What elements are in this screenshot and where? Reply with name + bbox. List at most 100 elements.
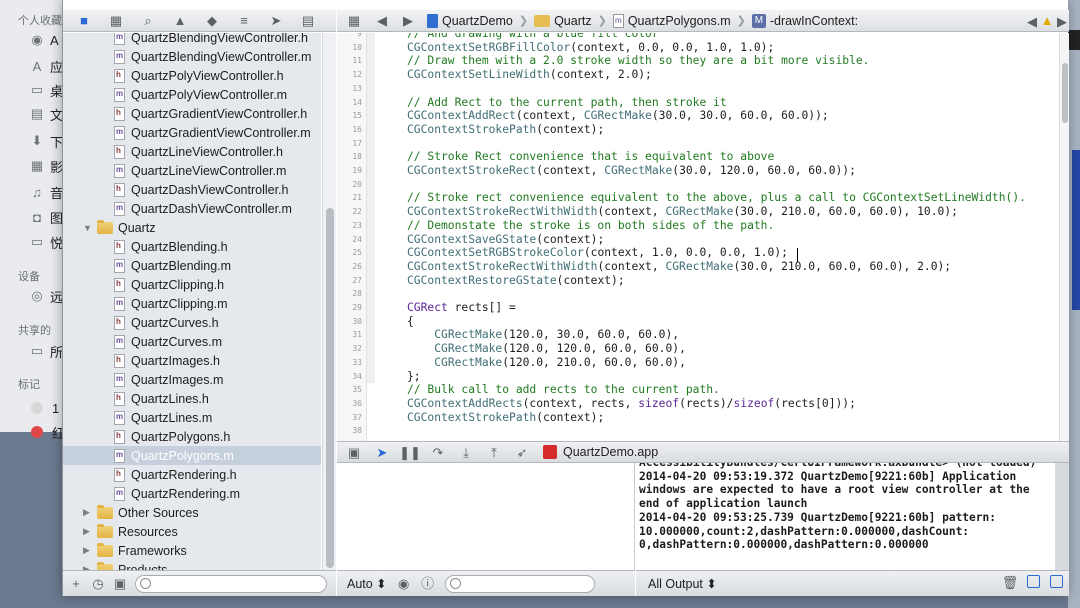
navigator-file[interactable]: h QuartzImages.h	[63, 351, 220, 370]
code-line: CGContextStrokeRectWithWidth(context, CG…	[407, 260, 951, 274]
line-number: 15	[352, 111, 362, 121]
variables-view[interactable]	[337, 463, 635, 570]
disclosure-open-icon[interactable]: ▼	[83, 223, 93, 233]
navigator-file[interactable]: h QuartzDashViewController.h	[63, 180, 288, 199]
toggle-debug-area-icon[interactable]: ▣	[347, 445, 361, 459]
next-issue-icon[interactable]: ▶	[1055, 14, 1069, 28]
trash-icon[interactable]: 🗑	[1002, 575, 1019, 589]
navigator-filter-field[interactable]	[135, 574, 327, 593]
navigator-group[interactable]: ▼ Quartz	[63, 218, 156, 237]
previous-issue-icon[interactable]: ◀	[1025, 14, 1039, 28]
navigator-file[interactable]: h QuartzLines.h	[63, 389, 209, 408]
console-view[interactable]: AccessibilityBundles/CertUIFramework.axb…	[636, 463, 1069, 570]
debug-navigator-icon[interactable]: ≡	[237, 14, 251, 28]
disclosure-closed-icon[interactable]: ▶	[83, 507, 93, 518]
navigator-file[interactable]: m QuartzCurves.m	[63, 332, 222, 351]
navigator-group[interactable]: ▶ Products	[63, 560, 167, 570]
simulate-location-icon[interactable]: ➶	[515, 445, 529, 459]
recent-files-icon[interactable]: ◷	[91, 577, 105, 591]
editor-scroll-thumb[interactable]	[1062, 63, 1068, 123]
navigator-file[interactable]: m QuartzGradientViewController.m	[63, 123, 311, 142]
jump-bar-project[interactable]: QuartzDemo	[427, 13, 513, 28]
line-number: 12	[352, 70, 362, 80]
info-icon[interactable]: ⓘ	[421, 577, 435, 591]
related-items-icon[interactable]: ▦	[347, 14, 361, 28]
navigator-group[interactable]: ▶ Other Sources	[63, 503, 199, 522]
code-folding-ribbon[interactable]	[367, 33, 375, 441]
breakpoints-toggle-icon[interactable]: ➤	[375, 445, 389, 459]
navigator-file[interactable]: m QuartzBlending.m	[63, 256, 231, 275]
test-navigator-icon[interactable]: ◆	[205, 14, 219, 28]
implementation-file-icon: m	[114, 334, 125, 349]
breakpoint-navigator-icon[interactable]: ➤	[269, 14, 283, 28]
navigator-file[interactable]: m QuartzPolyViewController.m	[63, 85, 287, 104]
navigator-file[interactable]: h QuartzCurves.h	[63, 313, 219, 332]
navigator-group[interactable]: ▶ Resources	[63, 522, 178, 541]
header-file-icon: h	[114, 391, 125, 406]
variables-scope-selector[interactable]: Auto ⬍	[347, 576, 387, 591]
navigator-file[interactable]: m QuartzPolygons.m	[63, 446, 321, 465]
step-over-icon[interactable]: ↷	[431, 445, 445, 459]
navigator-scroll-thumb[interactable]	[326, 208, 334, 568]
navigator-file[interactable]: m QuartzBlendingViewController.h	[63, 33, 308, 47]
editor-scrollbar[interactable]	[1059, 33, 1069, 441]
jump-bar-project-label: QuartzDemo	[442, 13, 513, 28]
implementation-file-icon: m	[114, 296, 125, 311]
forward-arrow-icon[interactable]: ▶	[401, 14, 415, 28]
warning-icon[interactable]: ▲	[1040, 13, 1054, 27]
show-variables-pane-icon[interactable]	[1027, 575, 1040, 588]
disclosure-closed-icon[interactable]: ▶	[83, 526, 93, 537]
search-icon[interactable]: ⌕	[141, 14, 155, 28]
code-comment: // Stroke Rect convenience that is equiv…	[407, 150, 775, 164]
navigator-group[interactable]: ▶ Frameworks	[63, 541, 187, 560]
header-file-icon: h	[114, 315, 125, 330]
step-into-icon[interactable]: ⤓	[459, 445, 473, 459]
navigator-file[interactable]: m QuartzLineViewController.m	[63, 161, 286, 180]
jump-bar-group[interactable]: Quartz	[534, 14, 592, 28]
navigator-scrollbar[interactable]	[322, 33, 336, 570]
console-output-selector[interactable]: All Output ⬍	[648, 576, 717, 591]
header-file-icon: h	[114, 182, 125, 197]
line-number: 18	[352, 152, 362, 162]
navigator-file[interactable]: m QuartzLines.m	[63, 408, 212, 427]
navigator-file[interactable]: m QuartzRendering.m	[63, 484, 240, 503]
jump-bar-method[interactable]: M -drawInContext:	[751, 13, 858, 28]
pause-icon[interactable]: ❚❚	[399, 445, 421, 459]
console-output: AccessibilityBundles/CertUIFramework.axb…	[639, 463, 1036, 552]
scm-filter-icon[interactable]: ▣	[113, 577, 127, 591]
log-navigator-icon[interactable]: ▤	[301, 14, 315, 28]
disclosure-closed-icon[interactable]: ▶	[83, 545, 93, 556]
navigator-file[interactable]: m QuartzImages.m	[63, 370, 223, 389]
variables-filter-field[interactable]	[444, 574, 595, 593]
back-arrow-icon[interactable]: ◀	[375, 14, 389, 28]
symbol-navigator-icon[interactable]: ▦	[109, 14, 123, 28]
quick-look-icon[interactable]: ◉	[397, 577, 411, 591]
project-navigator-icon[interactable]: ■	[77, 14, 91, 28]
folder-icon	[97, 523, 113, 538]
line-number: 37	[352, 412, 362, 422]
navigator-file[interactable]: m QuartzDashViewController.m	[63, 199, 292, 218]
navigator-file[interactable]: h QuartzLineViewController.h	[63, 142, 283, 161]
issue-navigator-icon[interactable]: ▲	[173, 14, 187, 28]
breadcrumb-separator: ❯	[597, 15, 607, 27]
navigator-file[interactable]: h QuartzGradientViewController.h	[63, 104, 307, 123]
implementation-file-icon: m	[114, 125, 125, 140]
show-console-pane-icon[interactable]	[1050, 575, 1063, 588]
source-editor[interactable]: 9 10 11 12 13 14 15 16 17 18 19 20 21 22 23 24 25 26 27 28 2…	[337, 33, 1069, 441]
add-icon[interactable]: +	[69, 577, 83, 591]
debug-process[interactable]: QuartzDemo.app	[543, 445, 658, 459]
navigator-file[interactable]: h QuartzClipping.h	[63, 275, 224, 294]
jump-bar-file[interactable]: m QuartzPolygons.m	[612, 13, 731, 28]
navigator-file[interactable]: h QuartzRendering.h	[63, 465, 237, 484]
navigator-file[interactable]: h QuartzBlending.h	[63, 237, 228, 256]
navigator-file[interactable]: h QuartzPolyViewController.h	[63, 66, 284, 85]
navigator-file[interactable]: m QuartzClipping.m	[63, 294, 228, 313]
step-out-icon[interactable]: ⤒	[487, 445, 501, 459]
navigator-file[interactable]: h QuartzPolygons.h	[63, 427, 230, 446]
line-number-gutter[interactable]: 9 10 11 12 13 14 15 16 17 18 19 20 21 22 23 24 25 26 27 28 2…	[337, 33, 367, 441]
navigator-file[interactable]: m QuartzBlendingViewController.m	[63, 47, 311, 66]
code-text: (context, 1.0, 0.0, 0.0, 1.0);	[583, 246, 788, 260]
code-text: (context, rects,	[522, 396, 639, 410]
console-scrollbar[interactable]	[1055, 463, 1069, 570]
navigator-item-label: QuartzBlendingViewController.h	[131, 33, 308, 45]
